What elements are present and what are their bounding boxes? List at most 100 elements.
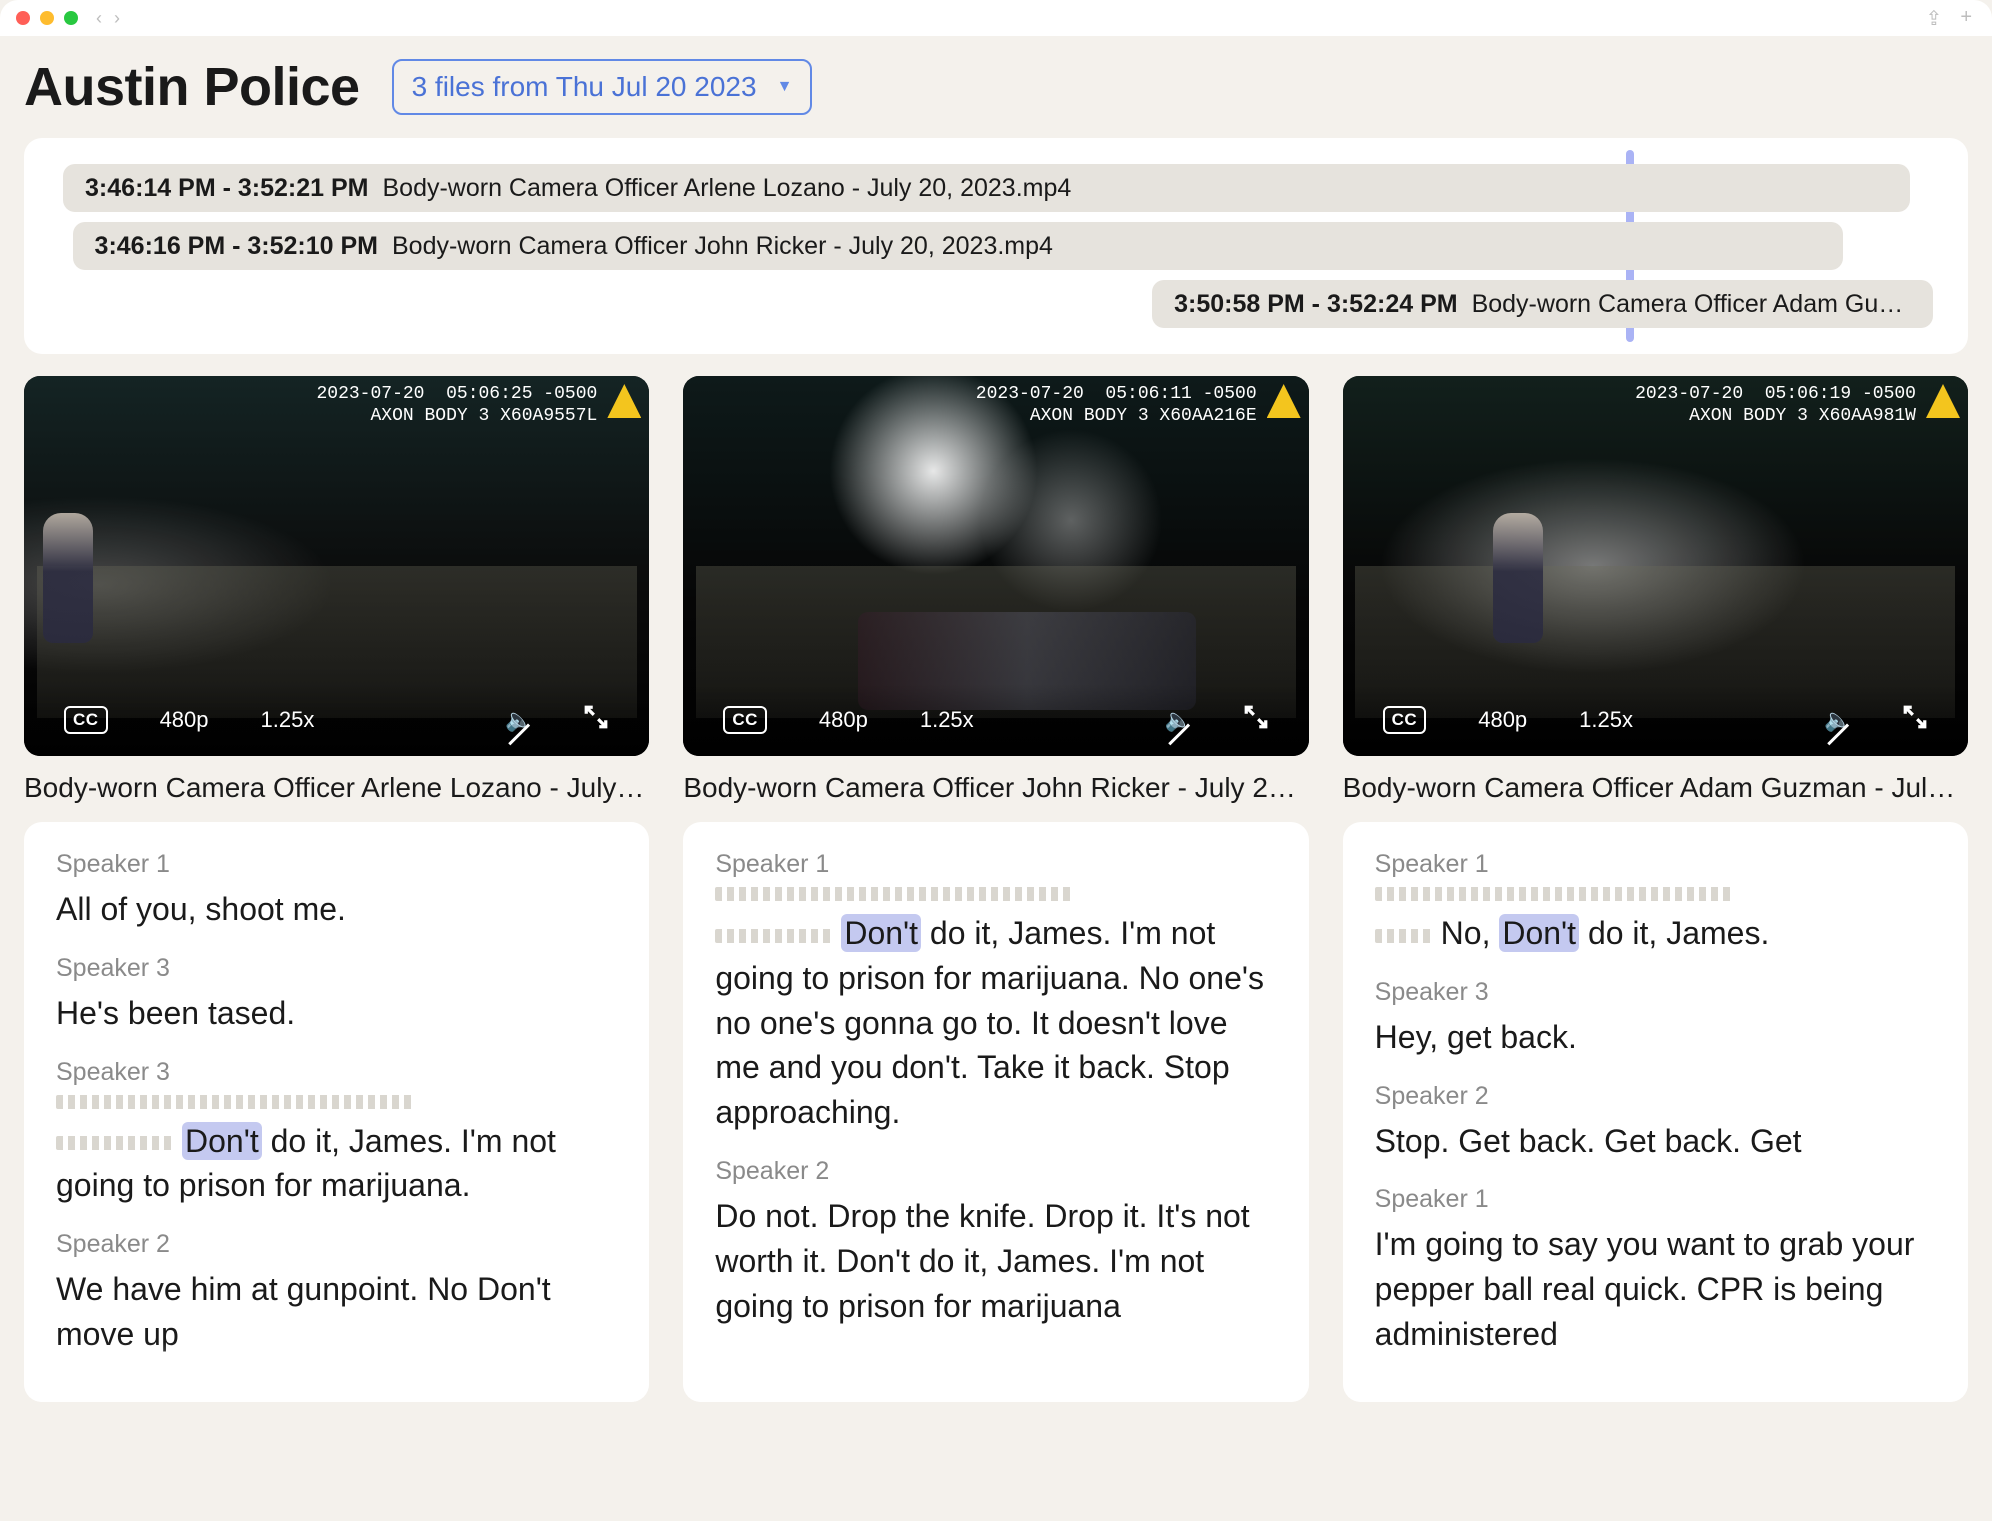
speaker-label: Speaker 2 (1375, 1082, 1936, 1111)
speed-button[interactable]: 1.25x (920, 707, 974, 733)
fullscreen-button[interactable] (1243, 704, 1269, 736)
video-title: Body-worn Camera Officer Adam Guzman - J… (1343, 772, 1968, 804)
video-player[interactable]: 2023-07-20 05:06:11 -0500AXON BODY 3 X60… (683, 376, 1308, 756)
video-timestamp-overlay: 2023-07-20 05:06:11 -0500AXON BODY 3 X60… (976, 384, 1257, 427)
highlighted-word: Don't (1499, 914, 1579, 952)
video-card: 2023-07-20 05:06:11 -0500AXON BODY 3 X60… (683, 376, 1308, 1402)
transcript-segment[interactable]: Speaker 1 I'm going to say you want to gr… (1375, 1185, 1936, 1356)
utterance-text: I'm going to say you want to grab your p… (1375, 1222, 1936, 1356)
chevron-down-icon: ▼ (777, 78, 793, 96)
timeline-clip-time: 3:46:14 PM - 3:52:21 PM (85, 174, 368, 203)
speaker-label: Speaker 1 (56, 850, 617, 879)
quality-button[interactable]: 480p (1478, 707, 1527, 733)
video-timestamp-overlay: 2023-07-20 05:06:25 -0500AXON BODY 3 X60… (316, 384, 597, 427)
waveform-icon (715, 887, 1075, 901)
captions-button[interactable]: CC (723, 706, 767, 734)
transcript-segment[interactable]: Speaker 2We have him at gunpoint. No Don… (56, 1230, 617, 1357)
timeline-clip[interactable]: 3:46:16 PM - 3:52:10 PM Body-worn Camera … (73, 222, 1844, 270)
waveform-icon (56, 1136, 176, 1150)
speaker-label: Speaker 3 (56, 1058, 617, 1087)
utterance-text: All of you, shoot me. (56, 887, 617, 932)
video-player[interactable]: 2023-07-20 05:06:19 -0500AXON BODY 3 X60… (1343, 376, 1968, 756)
minimize-window-button[interactable] (40, 11, 54, 25)
video-controls: CC 480p 1.25x (683, 684, 1308, 756)
waveform-icon (715, 929, 835, 943)
transcript-segment[interactable]: Speaker 3 Hey, get back. (1375, 978, 1936, 1060)
fullscreen-button[interactable] (583, 704, 609, 736)
timeline-clip-time: 3:46:16 PM - 3:52:10 PM (95, 232, 378, 261)
timeline-clip-name: Body-worn Camera Officer John Ricker - J… (392, 232, 1053, 261)
volume-muted-icon (1824, 707, 1851, 732)
video-timestamp-overlay: 2023-07-20 05:06:19 -0500AXON BODY 3 X60… (1635, 384, 1916, 427)
volume-muted-icon (505, 707, 532, 732)
captions-button[interactable]: CC (64, 706, 108, 734)
nav-arrows: ‹ › (96, 8, 120, 29)
video-controls: CC 480p 1.25x (24, 684, 649, 756)
highlighted-word: Don't (182, 1122, 262, 1160)
add-button[interactable]: + (1960, 6, 1972, 31)
transcript-segment[interactable]: Speaker 1 All of you, shoot me. (56, 850, 617, 932)
fullscreen-button[interactable] (1902, 704, 1928, 736)
file-picker-dropdown[interactable]: 3 files from Thu Jul 20 2023 ▼ (392, 59, 813, 115)
quality-button[interactable]: 480p (160, 707, 209, 733)
utterance-text: Do not. Drop the knife. Drop it. It's no… (715, 1194, 1276, 1328)
waveform-icon (1375, 929, 1435, 943)
mute-button[interactable] (1165, 707, 1191, 733)
speed-button[interactable]: 1.25x (261, 707, 315, 733)
timeline-row: 3:46:16 PM - 3:52:10 PM Body-worn Camera … (44, 222, 1948, 270)
fade-overlay (24, 1342, 649, 1402)
maximize-window-button[interactable] (64, 11, 78, 25)
waveform-icon (1375, 887, 1735, 901)
close-window-button[interactable] (16, 11, 30, 25)
timeline-clip-name: Body-worn Camera Officer Adam Gu… (1472, 290, 1904, 319)
speaker-label: Speaker 2 (56, 1230, 617, 1259)
waveform-icon (56, 1095, 416, 1109)
timeline: 3:46:14 PM - 3:52:21 PM Body-worn Camera … (24, 138, 1968, 354)
mute-button[interactable] (505, 707, 531, 733)
transcript-panel[interactable]: Speaker 1No, Don't do it, James. Speaker … (1343, 822, 1968, 1402)
page-title: Austin Police (24, 56, 360, 118)
utterance-text: Don't do it, James. I'm not going to pri… (715, 911, 1276, 1135)
fade-overlay (683, 1342, 1308, 1402)
captions-button[interactable]: CC (1383, 706, 1427, 734)
speaker-label: Speaker 3 (56, 954, 617, 983)
transcript-segment[interactable]: Speaker 2 Do not. Drop the knife. Drop it… (715, 1157, 1276, 1328)
transcript-segment[interactable]: Speaker 3 Don't do it, James. I'm not goi… (56, 1058, 617, 1209)
video-controls: CC 480p 1.25x (1343, 684, 1968, 756)
volume-muted-icon (1165, 707, 1192, 732)
utterance-text: Don't do it, James. I'm not going to pri… (56, 1119, 617, 1209)
video-card: 2023-07-20 05:06:19 -0500AXON BODY 3 X60… (1343, 376, 1968, 1402)
transcript-panel[interactable]: Speaker 1 Don't do it, James. I'm not goi… (683, 822, 1308, 1402)
video-card: 2023-07-20 05:06:25 -0500AXON BODY 3 X60… (24, 376, 649, 1402)
timeline-row: 3:50:58 PM - 3:52:24 PM Body-worn Camera … (44, 280, 1948, 328)
speaker-label: Speaker 3 (1375, 978, 1936, 1007)
transcript-segment[interactable]: Speaker 1No, Don't do it, James. (1375, 850, 1936, 956)
speed-button[interactable]: 1.25x (1579, 707, 1633, 733)
nav-back-button[interactable]: ‹ (96, 8, 102, 29)
transcript-segment[interactable]: Speaker 2 Stop. Get back. Get back. Get (1375, 1082, 1936, 1164)
timeline-clip[interactable]: 3:50:58 PM - 3:52:24 PM Body-worn Camera … (1152, 280, 1933, 328)
utterance-text: Hey, get back. (1375, 1015, 1936, 1060)
timeline-clip-time: 3:50:58 PM - 3:52:24 PM (1174, 290, 1457, 319)
transcript-segment[interactable]: Speaker 1 Don't do it, James. I'm not goi… (715, 850, 1276, 1135)
file-picker-label: 3 files from Thu Jul 20 2023 (412, 71, 757, 103)
window-titlebar: ‹ › ⇪ + (0, 0, 1992, 36)
traffic-lights (16, 11, 78, 25)
utterance-text: Stop. Get back. Get back. Get (1375, 1119, 1936, 1164)
transcript-segment[interactable]: Speaker 3 He's been tased. (56, 954, 617, 1036)
fade-overlay (1343, 1342, 1968, 1402)
speaker-label: Speaker 1 (1375, 1185, 1936, 1214)
quality-button[interactable]: 480p (819, 707, 868, 733)
share-button[interactable]: ⇪ (1926, 6, 1943, 31)
utterance-text: He's been tased. (56, 991, 617, 1036)
speaker-label: Speaker 1 (715, 850, 1276, 879)
nav-forward-button[interactable]: › (114, 8, 120, 29)
transcript-panel[interactable]: Speaker 1 All of you, shoot me. Speaker 3 H… (24, 822, 649, 1402)
speaker-label: Speaker 2 (715, 1157, 1276, 1186)
mute-button[interactable] (1824, 707, 1850, 733)
timeline-clip-name: Body-worn Camera Officer Arlene Lozano -… (382, 174, 1071, 203)
timeline-clip[interactable]: 3:46:14 PM - 3:52:21 PM Body-worn Camera … (63, 164, 1910, 212)
timeline-row: 3:46:14 PM - 3:52:21 PM Body-worn Camera … (44, 164, 1948, 212)
video-title: Body-worn Camera Officer John Ricker - J… (683, 772, 1308, 804)
video-player[interactable]: 2023-07-20 05:06:25 -0500AXON BODY 3 X60… (24, 376, 649, 756)
